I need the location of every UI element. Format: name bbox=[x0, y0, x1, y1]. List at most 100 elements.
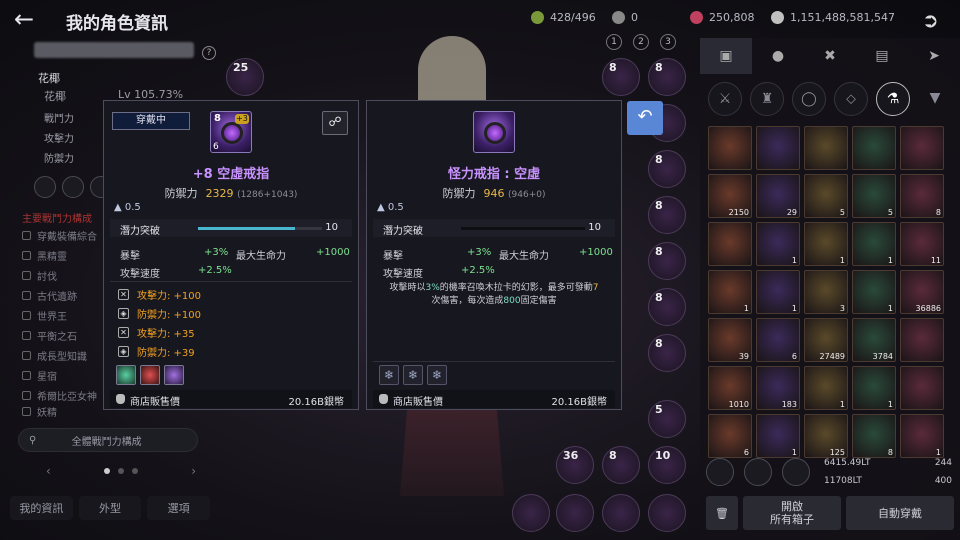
accessory-filter-icon[interactable]: ◯ bbox=[792, 82, 826, 116]
menu-item[interactable]: 世界王 bbox=[22, 308, 67, 323]
tab-tools-icon[interactable]: ✖ bbox=[804, 38, 856, 74]
equip-slot[interactable] bbox=[556, 494, 594, 532]
inventory-slot[interactable]: 1 bbox=[804, 222, 848, 266]
weapon-filter-icon[interactable]: ⚔ bbox=[708, 82, 742, 116]
open-all-boxes-button[interactable]: 開啟 所有箱子 bbox=[743, 496, 841, 530]
filter-icon[interactable] bbox=[62, 176, 84, 198]
inventory-slot[interactable]: 11 bbox=[900, 222, 944, 266]
currency-diamond: 250,808 bbox=[690, 11, 755, 24]
menu-item[interactable]: 希爾比亞女神 bbox=[22, 388, 97, 403]
inventory-slot[interactable] bbox=[852, 126, 896, 170]
inventory-slot[interactable]: 27489 bbox=[804, 318, 848, 362]
inventory-slot[interactable]: 3784 bbox=[852, 318, 896, 362]
menu-item[interactable]: 妖精 bbox=[22, 404, 57, 419]
inventory-slot[interactable] bbox=[708, 126, 752, 170]
inventory-slot[interactable]: 3 bbox=[804, 270, 848, 314]
menu-item[interactable]: 平衡之石 bbox=[22, 328, 77, 343]
equip-slot[interactable] bbox=[512, 494, 550, 532]
inventory-slot[interactable]: 6 bbox=[756, 318, 800, 362]
equip-slot[interactable]: 25 bbox=[226, 58, 264, 96]
gear-icon[interactable] bbox=[782, 458, 810, 486]
sort-icon[interactable] bbox=[706, 458, 734, 486]
potion-filter-icon[interactable]: ⚗ bbox=[876, 82, 910, 116]
inventory-slot[interactable]: 1 bbox=[756, 222, 800, 266]
inventory-slot[interactable] bbox=[756, 126, 800, 170]
page-dot[interactable] bbox=[118, 468, 124, 474]
inventory-slot[interactable]: 5 bbox=[804, 174, 848, 218]
trash-icon[interactable] bbox=[744, 458, 772, 486]
delete-icon[interactable]: 🗑 bbox=[706, 496, 738, 530]
inventory-slot[interactable]: 183 bbox=[756, 366, 800, 410]
tab-appearance[interactable]: 外型 bbox=[78, 496, 142, 520]
page-dot[interactable] bbox=[132, 468, 138, 474]
tab-chest-icon[interactable]: ▤ bbox=[856, 38, 908, 74]
menu-item[interactable]: 古代遺跡 bbox=[22, 288, 77, 303]
loadout-3-button[interactable]: 3 bbox=[660, 34, 676, 50]
loadout-2-button[interactable]: 2 bbox=[633, 34, 649, 50]
menu-item[interactable]: 討伐 bbox=[22, 268, 57, 283]
menu-item[interactable]: 星宿 bbox=[22, 368, 57, 383]
back-arrow-icon[interactable]: ← bbox=[14, 7, 44, 33]
inventory-slot[interactable] bbox=[900, 126, 944, 170]
equip-slot[interactable]: 8 bbox=[648, 334, 686, 372]
exit-icon[interactable]: ➲ bbox=[922, 8, 946, 32]
inventory-slot[interactable]: 36886 bbox=[900, 270, 944, 314]
equip-slot[interactable]: 8 bbox=[648, 58, 686, 96]
equip-slot[interactable]: 8 bbox=[648, 150, 686, 188]
equip-slot[interactable]: 8 bbox=[648, 288, 686, 326]
inventory-slot[interactable]: 1 bbox=[756, 414, 800, 458]
inventory-slot[interactable]: 1 bbox=[852, 366, 896, 410]
inventory-slot[interactable]: 1 bbox=[804, 366, 848, 410]
menu-item[interactable]: 黑精靈 bbox=[22, 248, 67, 263]
inventory-slot[interactable]: 1 bbox=[900, 414, 944, 458]
all-combat-power-button[interactable]: ⚲ 全體戰鬥力構成 bbox=[18, 428, 198, 452]
inventory-slot[interactable]: 1010 bbox=[708, 366, 752, 410]
inventory-slot[interactable]: 2150 bbox=[708, 174, 752, 218]
info-icon[interactable]: ? bbox=[202, 46, 216, 60]
tab-my-info[interactable]: 我的資訊 bbox=[10, 496, 73, 520]
tab-arrow-icon[interactable]: ➤ bbox=[908, 38, 960, 74]
equip-slot[interactable]: 8 bbox=[602, 58, 640, 96]
tab-orb-icon[interactable]: ● bbox=[752, 38, 804, 74]
screen: ← 我的角色資訊 428/496 0 250,808 1,151,488,581… bbox=[0, 0, 960, 540]
menu-item[interactable]: 成長型知識 bbox=[22, 348, 87, 363]
loadout-1-button[interactable]: 1 bbox=[606, 34, 622, 50]
inventory-slot[interactable]: 5 bbox=[852, 174, 896, 218]
inventory-slot[interactable] bbox=[804, 126, 848, 170]
armor-filter-icon[interactable]: ♜ bbox=[750, 82, 784, 116]
inventory-slot[interactable]: 29 bbox=[756, 174, 800, 218]
inventory-slot[interactable]: 1 bbox=[708, 270, 752, 314]
inventory-slot[interactable] bbox=[708, 222, 752, 266]
inventory-slot[interactable]: 8 bbox=[900, 174, 944, 218]
funnel-filter-icon[interactable]: ▼ bbox=[918, 82, 952, 116]
page-dot[interactable] bbox=[104, 468, 110, 474]
equip-slot[interactable]: 8 bbox=[648, 242, 686, 280]
inventory-slot[interactable]: 125 bbox=[804, 414, 848, 458]
inventory-slot[interactable] bbox=[900, 318, 944, 362]
menu-item[interactable]: 穿戴裝備綜合 bbox=[22, 228, 97, 243]
equip-slot[interactable] bbox=[602, 494, 640, 532]
equip-slot[interactable]: 5 bbox=[648, 400, 686, 438]
filter-icon[interactable] bbox=[34, 176, 56, 198]
inventory-slot[interactable]: 6 bbox=[708, 414, 752, 458]
inventory-slot[interactable]: 1 bbox=[852, 270, 896, 314]
inventory-slot[interactable]: 8 bbox=[852, 414, 896, 458]
undo-icon[interactable]: ↶ bbox=[627, 101, 663, 135]
chevron-right-icon[interactable]: › bbox=[191, 464, 196, 478]
equip-slot[interactable]: 36 bbox=[556, 446, 594, 484]
auto-equip-button[interactable]: 自動穿戴 bbox=[846, 496, 954, 530]
ring-icon bbox=[473, 111, 515, 153]
inventory-slot[interactable]: 1 bbox=[756, 270, 800, 314]
equip-slot[interactable] bbox=[648, 494, 686, 532]
inventory-slot[interactable]: 1 bbox=[852, 222, 896, 266]
tab-options[interactable]: 選項 bbox=[147, 496, 211, 520]
equip-slot[interactable]: 8 bbox=[602, 446, 640, 484]
equip-slot[interactable]: 10 bbox=[648, 446, 686, 484]
link-icon[interactable]: ☍ bbox=[322, 111, 348, 135]
inventory-slot[interactable]: 39 bbox=[708, 318, 752, 362]
equip-slot[interactable]: 8 bbox=[648, 196, 686, 234]
inventory-slot[interactable] bbox=[900, 366, 944, 410]
crystal-filter-icon[interactable]: ⬦ bbox=[834, 82, 868, 116]
chevron-left-icon[interactable]: ‹ bbox=[46, 464, 51, 478]
tab-bag-icon[interactable]: ▣ bbox=[700, 38, 752, 74]
